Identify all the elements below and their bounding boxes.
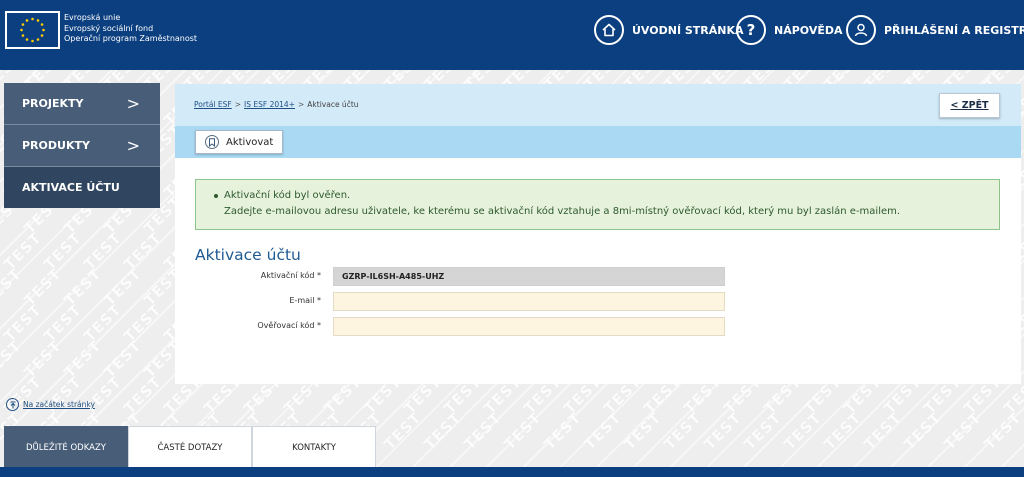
form-row-verification-code: Ověřovací kód * — [175, 317, 1021, 336]
breadcrumb-separator: > — [297, 100, 305, 109]
back-to-top-label: Na začátek stránky — [23, 400, 95, 409]
chevron-right-icon: > — [126, 94, 140, 113]
breadcrumb-bar: Portál ESF > IS ESF 2014+ > Aktivace účtu < … — [175, 84, 1021, 126]
sidebar-item-label: PROJEKTY — [22, 97, 84, 110]
sidebar: PROJEKTY > PRODUKTY > AKTIVACE ÚČTU — [4, 83, 160, 208]
activation-code-field: GZRP-IL6SH-A485-UHZ — [333, 267, 725, 286]
nav-login-label: PŘIHLÁŠENÍ A REGISTRACE — [884, 23, 1024, 37]
success-message: Aktivační kód byl ověřen. Zadejte e-mail… — [195, 179, 1000, 230]
eu-program-text: Evropská unie Evropský sociální fond Ope… — [64, 13, 197, 45]
arrow-up-icon — [6, 398, 19, 411]
eu-star-icon — [40, 23, 44, 26]
verification-code-label: Ověřovací kód * — [257, 321, 321, 330]
footer-bar — [0, 467, 1024, 477]
eu-star-icon — [31, 17, 34, 21]
header: Evropská unie Evropský sociální fond Ope… — [0, 0, 1024, 70]
email-label: E-mail * — [289, 296, 321, 305]
eu-star-icon — [21, 23, 25, 26]
back-to-top-link[interactable]: Na začátek stránky — [6, 398, 95, 411]
tab-kontakty[interactable]: KONTAKTY — [252, 426, 376, 468]
bookmark-icon — [205, 135, 219, 149]
eu-star-icon — [25, 19, 29, 22]
success-message-detail: Zadejte e-mailovou adresu uživatele, ke … — [224, 206, 901, 217]
breadcrumb: Portál ESF > IS ESF 2014+ > Aktivace účtu — [194, 100, 359, 109]
form-title: Aktivace účtu — [195, 246, 301, 264]
sidebar-item-label: AKTIVACE ÚČTU — [22, 181, 120, 194]
success-message-line: Aktivační kód byl ověřen. — [214, 188, 999, 204]
sidebar-item-aktivace-uctu[interactable]: AKTIVACE ÚČTU — [4, 167, 160, 208]
footer-tabs: DŮLEŽITÉ ODKAZY ČASTÉ DOTAZY KONTAKTY — [4, 426, 376, 468]
main-panel: Portál ESF > IS ESF 2014+ > Aktivace účtu < … — [175, 84, 1021, 384]
eu-star-icon — [25, 38, 29, 41]
activate-button[interactable]: Aktivovat — [195, 130, 283, 154]
sidebar-item-projekty[interactable]: PROJEKTY > — [4, 83, 160, 125]
eu-line: Evropský sociální fond — [64, 23, 154, 33]
back-button[interactable]: < ZPĚT — [939, 93, 1000, 118]
breadcrumb-link-portal[interactable]: Portál ESF — [194, 100, 232, 109]
breadcrumb-separator: > — [234, 100, 242, 109]
action-bar: Aktivovat — [175, 126, 1021, 158]
eu-flag-logo — [5, 11, 60, 49]
user-icon — [846, 15, 876, 45]
breadcrumb-link-is-esf[interactable]: IS ESF 2014+ — [244, 100, 295, 109]
home-icon — [594, 15, 624, 45]
eu-star-icon — [21, 34, 25, 37]
email-field[interactable] — [333, 292, 725, 311]
eu-star-icon — [31, 39, 34, 43]
nav-help-label: NÁPOVĚDA — [774, 23, 843, 37]
eu-star-icon — [36, 38, 40, 41]
nav-login[interactable]: PŘIHLÁŠENÍ A REGISTRACE — [846, 14, 1024, 46]
verification-code-field[interactable] — [333, 317, 725, 336]
nav-home-label: ÚVODNÍ STRÁNKA — [632, 23, 744, 37]
eu-line: Evropská unie — [64, 13, 121, 22]
sidebar-item-label: PRODUKTY — [22, 139, 90, 152]
eu-star-icon — [40, 34, 44, 37]
eu-star-icon — [20, 28, 23, 32]
nav-help[interactable]: ? NÁPOVĚDA — [736, 14, 843, 46]
tab-caste-dotazy[interactable]: ČASTÉ DOTAZY — [128, 426, 252, 468]
eu-star-icon — [42, 28, 45, 32]
sidebar-item-produkty[interactable]: PRODUKTY > — [4, 125, 160, 167]
help-icon: ? — [736, 15, 766, 45]
chevron-right-icon: > — [126, 136, 140, 155]
tab-dulezite-odkazy[interactable]: DŮLEŽITÉ ODKAZY — [4, 426, 128, 468]
activate-button-label: Aktivovat — [226, 136, 274, 148]
form-row-email: E-mail * — [175, 292, 1021, 311]
eu-line: Operační program Zaměstnanost — [64, 34, 198, 43]
nav-home[interactable]: ÚVODNÍ STRÁNKA — [594, 14, 744, 46]
activation-code-label: Aktivační kód * — [260, 271, 321, 280]
form-row-activation-code: Aktivační kód * GZRP-IL6SH-A485-UHZ — [175, 267, 1021, 286]
breadcrumb-current: Aktivace účtu — [307, 100, 359, 109]
eu-star-icon — [36, 19, 40, 22]
